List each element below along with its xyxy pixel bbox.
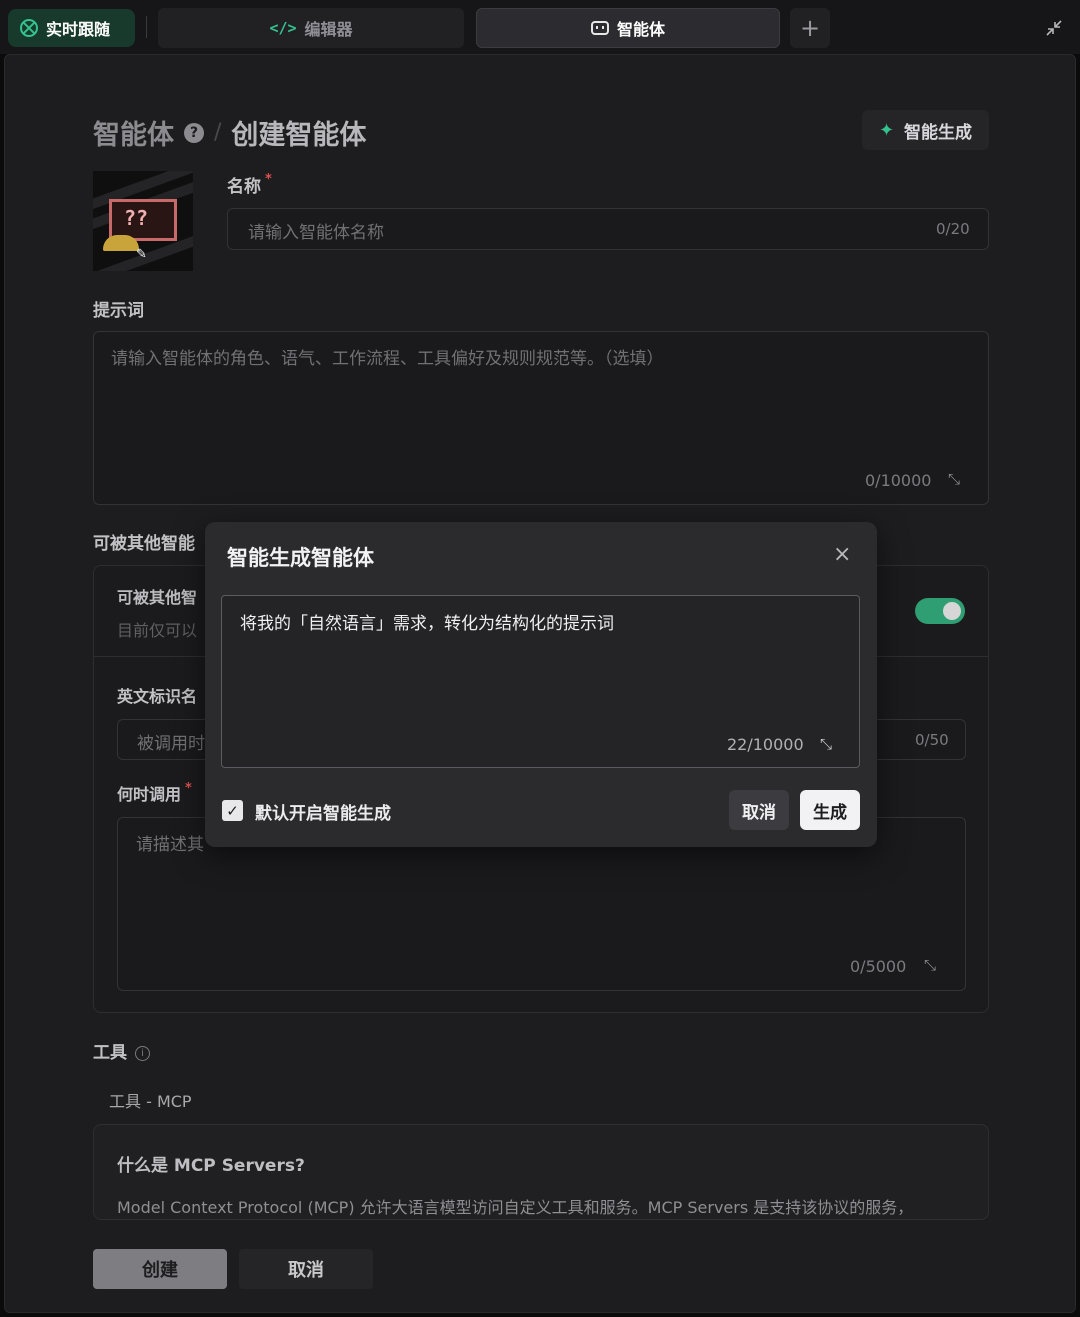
when-label: 何时调用 * — [117, 781, 192, 805]
cancel-button[interactable]: 取消 — [239, 1249, 373, 1289]
ai-generate-button[interactable]: ✦ 智能生成 — [862, 110, 989, 150]
when-placeholder: 请描述其 — [136, 835, 204, 855]
add-tab-button[interactable]: + — [790, 8, 830, 48]
name-label-text: 名称 — [227, 177, 261, 197]
close-icon[interactable]: × — [833, 542, 851, 567]
en-name-placeholder: 被调用时 — [137, 734, 205, 754]
tab-editor[interactable]: </> 编辑器 — [158, 8, 464, 48]
callable-title: 可被其他智能 — [93, 534, 195, 554]
required-mark: * — [265, 172, 272, 187]
en-name-counter: 0/50 — [915, 731, 949, 749]
tab-live-label: 实时跟随 — [46, 20, 111, 39]
requirement-counter: 22/10000 — [727, 735, 804, 754]
dialog-cancel-button[interactable]: 取消 — [729, 790, 789, 830]
mcp-description: Model Context Protocol (MCP) 允许大语言模型访问自定… — [117, 1198, 914, 1217]
name-placeholder: 请输入智能体名称 — [248, 223, 384, 243]
tab-bar: 实时跟随 </> 编辑器 智能体 + — [0, 0, 1080, 54]
tools-label-text: 工具 — [93, 1043, 127, 1063]
expand-icon[interactable]: ⤡ — [924, 956, 936, 974]
name-counter: 0/20 — [936, 220, 970, 238]
bot-icon — [590, 21, 609, 35]
avatar[interactable]: ?? ✎ — [93, 171, 193, 271]
code-icon: </> — [269, 19, 297, 37]
prompt-counter: 0/10000 — [865, 471, 932, 490]
avatar-pile — [103, 235, 139, 251]
when-counter: 0/5000 — [850, 957, 907, 976]
prompt-placeholder: 请输入智能体的角色、语气、工作流程、工具偏好及规则规范等。（选填） — [111, 349, 664, 369]
edit-pen-icon[interactable]: ✎ — [136, 247, 147, 262]
check-icon: ✓ — [226, 801, 239, 820]
tab-live-follow[interactable]: 实时跟随 — [8, 9, 135, 47]
create-button[interactable]: 创建 — [93, 1249, 227, 1289]
tab-editor-label: 编辑器 — [304, 20, 353, 39]
live-follow-icon — [20, 19, 38, 37]
callable-row-desc: 目前仅可以 — [117, 621, 198, 640]
name-label: 名称 * — [227, 172, 272, 197]
tools-mcp-label: 工具 - MCP — [109, 1092, 192, 1111]
callable-row-title: 可被其他智 — [117, 588, 198, 607]
page-title: 创建智能体 — [231, 120, 367, 151]
info-icon[interactable]: i — [135, 1045, 150, 1061]
default-enable-label: 默认开启智能生成 — [255, 804, 391, 824]
tab-agent-label: 智能体 — [616, 20, 665, 39]
tab-separator — [146, 16, 147, 38]
when-label-text: 何时调用 — [117, 785, 182, 804]
tab-agent[interactable]: 智能体 — [476, 8, 780, 48]
tools-label: 工具 i — [93, 1038, 150, 1063]
en-name-label: 英文标识名 — [117, 687, 198, 706]
expand-icon[interactable]: ⤡ — [820, 735, 832, 753]
prompt-textarea[interactable]: 请输入智能体的角色、语气、工作流程、工具偏好及规则规范等。（选填） 0/1000… — [93, 331, 989, 505]
requirement-textarea[interactable]: 将我的「自然语言」需求，转化为结构化的提示词 22/10000 ⤡ — [221, 595, 860, 768]
name-input[interactable]: 请输入智能体名称 0/20 — [227, 208, 989, 250]
prompt-label: 提示词 — [93, 301, 144, 321]
required-mark: * — [185, 781, 192, 796]
dialog-title: 智能生成智能体 — [227, 546, 374, 570]
help-icon[interactable]: ? — [184, 122, 204, 143]
dialog-generate-button[interactable]: 生成 — [800, 790, 860, 830]
mcp-info-card: 什么是 MCP Servers? Model Context Protocol … — [93, 1124, 989, 1220]
expand-icon[interactable]: ⤡ — [948, 470, 960, 488]
callable-toggle[interactable] — [915, 598, 965, 624]
plus-icon: + — [799, 14, 821, 42]
avatar-glyph: ?? — [124, 206, 149, 230]
ai-generate-dialog: 智能生成智能体 × 将我的「自然语言」需求，转化为结构化的提示词 22/1000… — [205, 522, 877, 847]
ai-generate-label: 智能生成 — [904, 122, 973, 143]
mcp-title: 什么是 MCP Servers? — [117, 1156, 305, 1176]
crumb-separator: / — [214, 120, 222, 145]
sparkle-icon: ✦ — [878, 119, 895, 141]
collapse-icon[interactable] — [1044, 18, 1064, 38]
crumb-root[interactable]: 智能体 — [93, 113, 174, 152]
default-enable-checkbox[interactable]: ✓ — [222, 800, 243, 821]
requirement-text: 将我的「自然语言」需求，转化为结构化的提示词 — [240, 614, 614, 634]
breadcrumb: 智能体 ? / 创建智能体 — [93, 113, 366, 152]
